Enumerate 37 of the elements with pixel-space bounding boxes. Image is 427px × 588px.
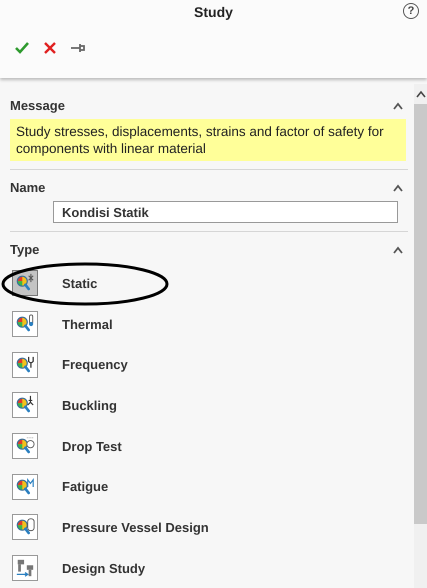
study-type-button[interactable]: [12, 352, 38, 378]
scroll-up-icon[interactable]: [416, 90, 426, 98]
study-type-label[interactable]: Design Study: [62, 560, 146, 576]
section-heading: Name: [10, 180, 46, 195]
study-type-label[interactable]: Buckling: [62, 398, 117, 413]
magnifier-thermometer-icon: [15, 314, 35, 334]
study-type-button[interactable]: [12, 514, 38, 540]
study-type-button[interactable]: [12, 311, 38, 338]
study-type-label[interactable]: Fatigue: [62, 479, 108, 494]
magnifier-icon: [15, 395, 35, 416]
magnifier-icon: [15, 476, 35, 497]
study-type-label[interactable]: Drop Test: [62, 438, 122, 454]
name-field[interactable]: Kondisi Statik: [53, 201, 398, 223]
collapse-button[interactable]: [392, 184, 404, 192]
cancel-button[interactable]: [42, 40, 58, 56]
section-heading: Message: [10, 98, 65, 113]
magnifier-tank-icon: [15, 517, 35, 538]
message-text: Study stresses, displacements, strains and factor of safety for components with linear material: [10, 119, 406, 161]
magnifier-icon: [15, 436, 35, 456]
collapse-button[interactable]: [392, 246, 404, 254]
section-heading: Type: [10, 242, 40, 257]
study-type-label[interactable]: Frequency: [62, 357, 128, 372]
study-type-label[interactable]: Static: [62, 276, 98, 291]
scrollbar[interactable]: [414, 84, 427, 588]
scroll-thumb[interactable]: [414, 104, 427, 524]
panel-title: Study: [194, 4, 233, 20]
study-type-button[interactable]: [12, 474, 38, 500]
magnifier-icon: [15, 273, 35, 294]
magnifier-fork-icon: [15, 354, 35, 375]
study-type-label[interactable]: Thermal: [62, 316, 113, 332]
study-type-button[interactable]: [12, 433, 38, 460]
bolts-icon: [15, 558, 35, 578]
study-type-label[interactable]: Pressure Vessel Design: [62, 520, 209, 535]
collapse-button[interactable]: [392, 102, 404, 110]
study-type-button[interactable]: [12, 392, 38, 418]
help-button[interactable]: ?: [403, 3, 419, 19]
ok-check-button[interactable]: [14, 40, 30, 56]
